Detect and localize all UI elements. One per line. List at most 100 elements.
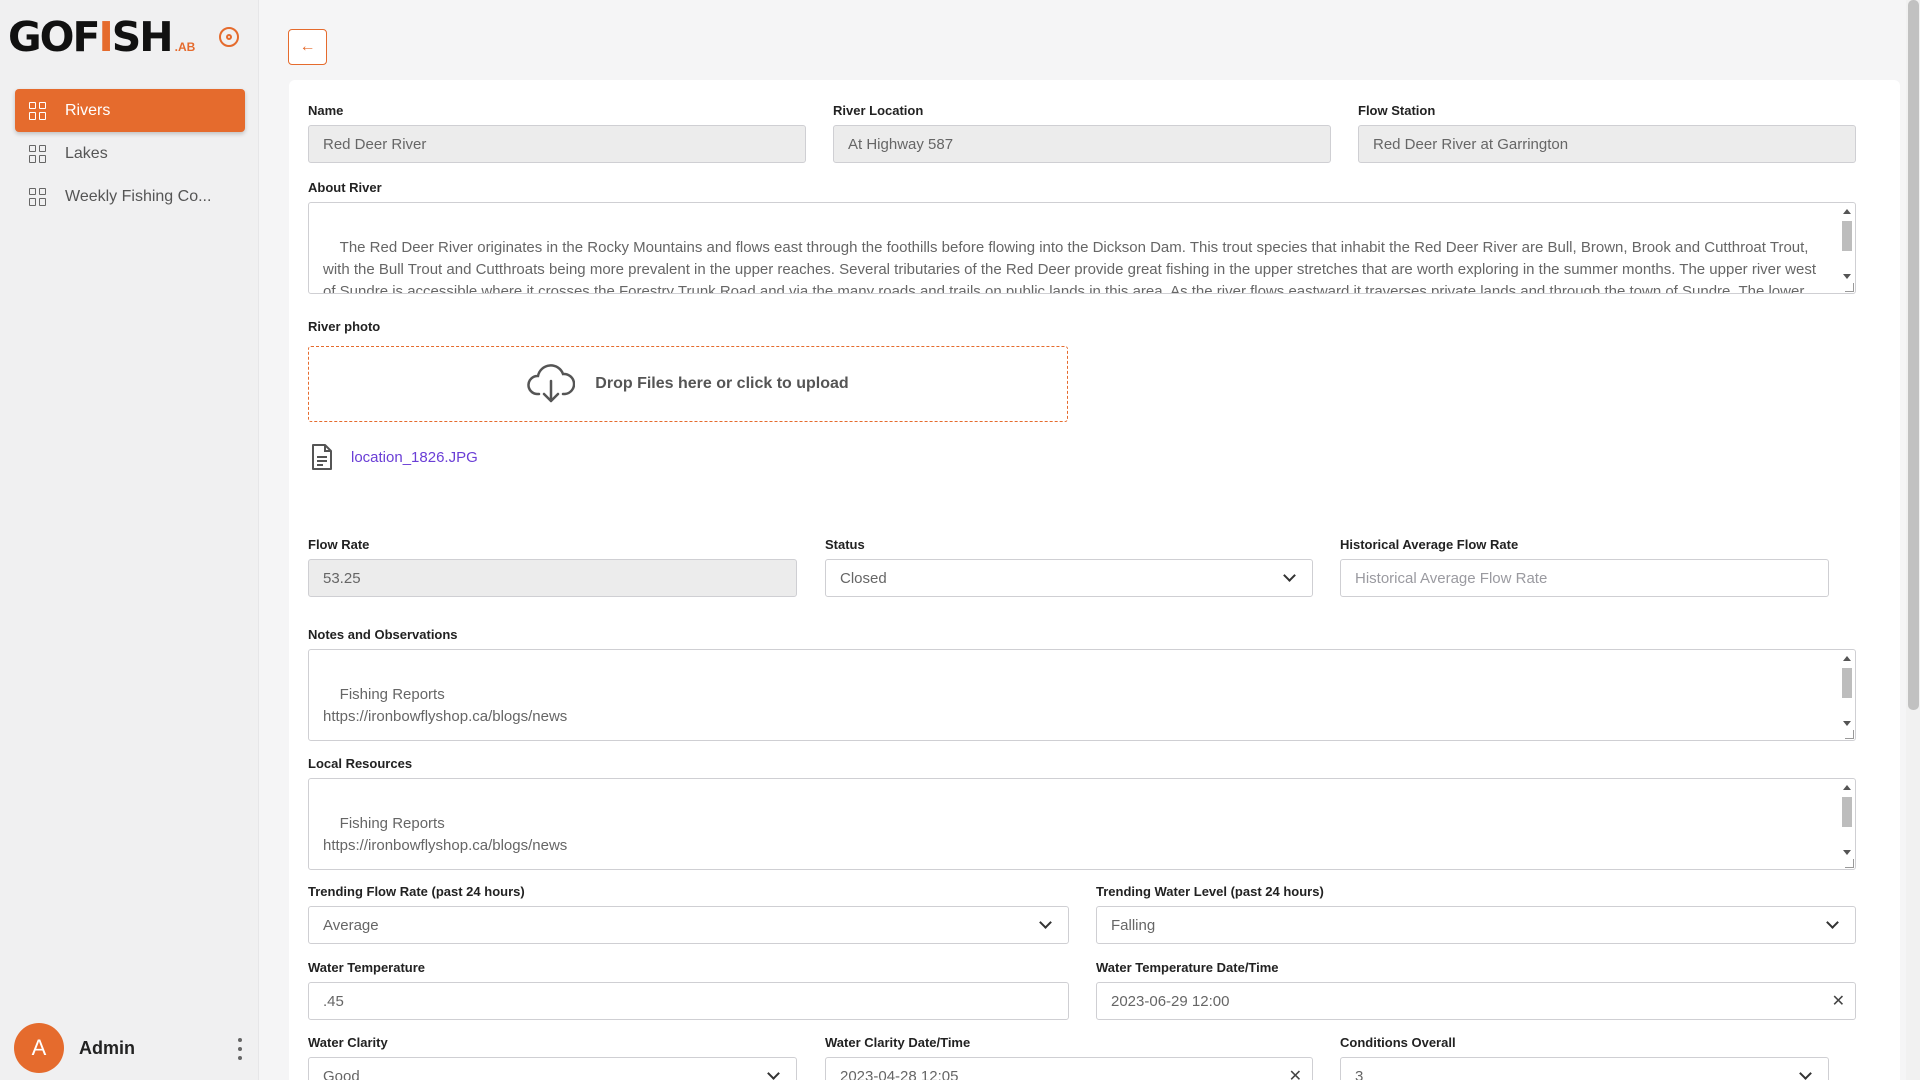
- page-scrollbar[interactable]: [1906, 0, 1920, 1080]
- water-clarity-field: Water Clarity Good: [308, 1035, 797, 1080]
- conditions-overall-field: Conditions Overall 3: [1340, 1035, 1829, 1080]
- logo: GOFISH .AB: [8, 14, 195, 58]
- field-label: Trending Flow Rate (past 24 hours): [308, 884, 525, 899]
- flow-rate-field: Flow Rate 53.25: [308, 537, 797, 597]
- about-river-field: About River The Red Deer River originate…: [308, 180, 1856, 294]
- water-clarity-select[interactable]: Good: [308, 1057, 797, 1080]
- resize-handle[interactable]: [1845, 283, 1854, 292]
- water-clarity-datetime-input[interactable]: 2023-04-28 12:05 ✕: [825, 1057, 1313, 1080]
- field-label: River Location: [833, 103, 924, 118]
- conditions-overall-value: 3: [1355, 1067, 1364, 1080]
- resize-handle[interactable]: [1845, 859, 1854, 868]
- textarea-scrollbar[interactable]: [1841, 205, 1853, 283]
- sidebar-item-label: Rivers: [65, 101, 111, 119]
- about-river-text: The Red Deer River originates in the Roc…: [323, 239, 1817, 294]
- back-button[interactable]: ←: [288, 29, 327, 65]
- historical-flow-input[interactable]: Historical Average Flow Rate: [1340, 559, 1829, 597]
- water-clarity-datetime-value: 2023-04-28 12:05: [840, 1067, 959, 1080]
- textarea-scrollbar[interactable]: [1841, 781, 1853, 859]
- status-value: Closed: [840, 569, 887, 587]
- scrollbar-thumb[interactable]: [1908, 0, 1919, 710]
- logo-text: GOFISH: [8, 13, 174, 61]
- field-label: Water Temperature: [308, 960, 426, 975]
- sidebar-item-label: Lakes: [65, 144, 108, 162]
- river-photo-field: River photo: [308, 319, 708, 341]
- field-label: Name: [308, 103, 344, 118]
- field-label: River photo: [308, 319, 381, 334]
- file-link[interactable]: location_1826.JPG: [351, 449, 478, 466]
- flow-rate-input[interactable]: 53.25: [308, 559, 797, 597]
- field-label: Water Clarity Date/Time: [825, 1035, 971, 1050]
- notes-textarea[interactable]: Fishing Reports https://ironbowflyshop.c…: [308, 649, 1856, 741]
- dropzone-text: Drop Files here or click to upload: [595, 375, 849, 392]
- notes-field: Notes and Observations Fishing Reports h…: [308, 627, 1856, 741]
- trending-level-select[interactable]: Falling: [1096, 906, 1856, 944]
- resize-handle[interactable]: [1845, 730, 1854, 739]
- clear-icon[interactable]: ✕: [1832, 991, 1845, 1011]
- textarea-scrollbar[interactable]: [1841, 652, 1853, 730]
- sidebar-item-rivers[interactable]: Rivers: [15, 89, 245, 132]
- sidebar: GOFISH .AB Rivers Lakes Weekly Fishing C…: [0, 0, 259, 1080]
- field-label: Flow Station: [1358, 103, 1436, 118]
- historical-flow-field: Historical Average Flow Rate Historical …: [1340, 537, 1829, 597]
- grid-icon: [29, 101, 47, 120]
- local-resources-textarea[interactable]: Fishing Reports https://ironbowflyshop.c…: [308, 778, 1856, 870]
- trending-flow-select[interactable]: Average: [308, 906, 1069, 944]
- field-label: Notes and Observations: [308, 627, 458, 642]
- field-label: Trending Water Level (past 24 hours): [1096, 884, 1324, 899]
- water-temp-datetime-input[interactable]: 2023-06-29 12:00 ✕: [1096, 982, 1856, 1020]
- name-input[interactable]: Red Deer River: [308, 125, 806, 163]
- sidebar-item-lakes[interactable]: Lakes: [15, 132, 245, 175]
- local-resources-field: Local Resources Fishing Reports https://…: [308, 756, 1856, 870]
- water-temp-datetime-field: Water Temperature Date/Time 2023-06-29 1…: [1096, 960, 1856, 1020]
- arrow-left-icon: ←: [299, 38, 316, 55]
- water-temp-input[interactable]: .45: [308, 982, 1069, 1020]
- sidebar-toggle-icon[interactable]: [219, 27, 239, 47]
- trending-flow-field: Trending Flow Rate (past 24 hours) Avera…: [308, 884, 1069, 944]
- sidebar-item-label: Weekly Fishing Co...: [65, 187, 212, 205]
- user-name: Admin: [79, 1037, 135, 1058]
- conditions-overall-select[interactable]: 3: [1340, 1057, 1829, 1080]
- field-label: About River: [308, 180, 382, 195]
- notes-text: Fishing Reports https://ironbowflyshop.c…: [323, 686, 568, 725]
- river-location-field: River Location At Highway 587: [833, 103, 1331, 163]
- more-options-icon[interactable]: [234, 1038, 246, 1060]
- flow-station-field: Flow Station Red Deer River at Garringto…: [1358, 103, 1856, 163]
- clear-icon[interactable]: ✕: [1289, 1066, 1302, 1080]
- file-icon: [312, 444, 332, 470]
- water-temp-field: Water Temperature .45: [308, 960, 1069, 1020]
- chevron-down-icon: [767, 1067, 780, 1080]
- sidebar-item-weekly-fishing[interactable]: Weekly Fishing Co...: [15, 175, 245, 218]
- uploaded-file: location_1826.JPG: [310, 443, 478, 471]
- flow-station-input[interactable]: Red Deer River at Garrington: [1358, 125, 1856, 163]
- logo-suffix: .AB: [174, 40, 196, 54]
- grid-icon: [29, 187, 47, 206]
- file-dropzone[interactable]: Drop Files here or click to upload: [308, 346, 1068, 422]
- avatar[interactable]: A: [14, 1023, 64, 1073]
- trending-flow-value: Average: [323, 916, 379, 934]
- water-temp-datetime-value: 2023-06-29 12:00: [1111, 992, 1230, 1010]
- river-location-input[interactable]: At Highway 587: [833, 125, 1331, 163]
- field-label: Local Resources: [308, 756, 413, 771]
- field-label: Status: [825, 537, 865, 552]
- field-label: Historical Average Flow Rate: [1340, 537, 1519, 552]
- trending-level-field: Trending Water Level (past 24 hours) Fal…: [1096, 884, 1856, 944]
- field-label: Water Clarity: [308, 1035, 388, 1050]
- chevron-down-icon: [1283, 569, 1296, 582]
- name-field: Name Red Deer River: [308, 103, 806, 163]
- grid-icon: [29, 144, 47, 163]
- field-label: Conditions Overall: [1340, 1035, 1456, 1050]
- chevron-down-icon: [1039, 916, 1052, 929]
- chevron-down-icon: [1799, 1067, 1812, 1080]
- water-clarity-datetime-field: Water Clarity Date/Time 2023-04-28 12:05…: [825, 1035, 1313, 1080]
- user-profile: A Admin: [14, 1023, 246, 1073]
- resources-text: Fishing Reports https://ironbowflyshop.c…: [323, 815, 568, 854]
- status-select[interactable]: Closed: [825, 559, 1313, 597]
- about-river-textarea[interactable]: The Red Deer River originates in the Roc…: [308, 202, 1856, 294]
- sidebar-nav: Rivers Lakes Weekly Fishing Co...: [15, 89, 245, 218]
- water-clarity-value: Good: [323, 1067, 360, 1080]
- trending-level-value: Falling: [1111, 916, 1156, 934]
- cloud-download-icon: [527, 364, 576, 403]
- field-label: Water Temperature Date/Time: [1096, 960, 1279, 975]
- status-field: Status Closed: [825, 537, 1313, 597]
